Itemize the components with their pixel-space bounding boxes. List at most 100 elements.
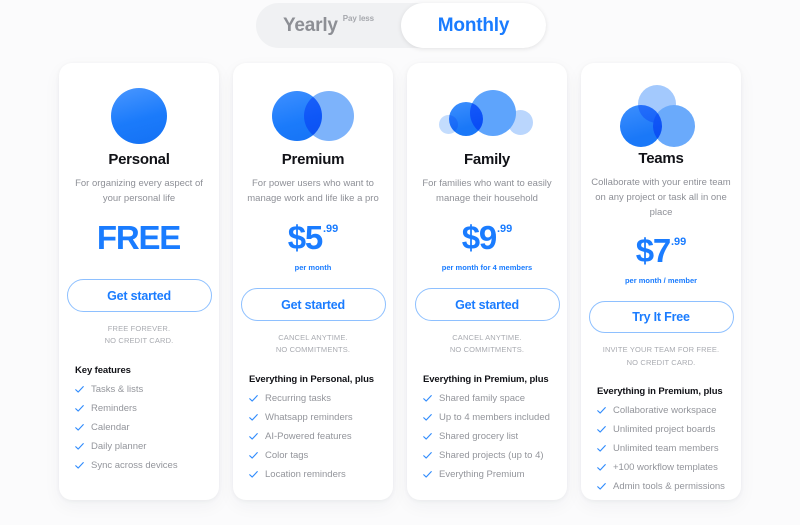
plan-fineprint: INVITE YOUR TEAM FOR FREE. NO CREDIT CARD… [602, 345, 720, 367]
feature-item: Unlimited project boards [597, 424, 727, 435]
toggle-option-monthly-label: Monthly [437, 14, 510, 36]
feature-label: Color tags [265, 449, 309, 461]
check-icon [75, 423, 84, 431]
feature-item: Shared family space [423, 393, 553, 404]
check-icon [249, 470, 258, 478]
pricing-card-premium: Premium For power users who want to mana… [233, 63, 393, 500]
check-icon [75, 404, 84, 412]
features-block: Everything in Premium, plus Shared famil… [421, 374, 553, 488]
feature-item: Whatsapp reminders [249, 412, 379, 423]
check-icon [597, 445, 606, 452]
check-icon [423, 413, 432, 421]
feature-label: Shared projects (up to 4) [439, 449, 544, 461]
two-circles-icon [263, 85, 363, 147]
feature-item: Admin tools & permissions [597, 481, 727, 492]
four-circles-icon [437, 85, 537, 147]
check-icon [75, 442, 84, 450]
features-heading: Everything in Premium, plus [423, 373, 549, 385]
get-started-button[interactable]: Get started [414, 288, 560, 321]
feature-label: Whatsapp reminders [265, 411, 353, 423]
pricing-card-personal: Personal For organizing every aspect of … [59, 63, 219, 500]
check-icon [249, 413, 258, 421]
price-amount: FREE [96, 219, 181, 256]
features-block: Everything in Premium, plus Collaborativ… [595, 386, 727, 500]
check-icon [423, 451, 432, 459]
feature-label: Admin tools & permissions [613, 481, 725, 492]
feature-item: Reminders [75, 403, 205, 414]
pricing-card-teams: Teams Collaborate with your entire team … [581, 63, 741, 500]
get-started-button[interactable]: Get started [240, 288, 386, 321]
get-started-button[interactable]: Get started [66, 279, 212, 312]
check-icon [249, 394, 258, 402]
plan-price: $5 .99 [288, 221, 339, 254]
price-cents: .99 [497, 223, 513, 235]
feature-label: Tasks & lists [91, 383, 144, 395]
features-block: Everything in Personal, plus Recurring t… [247, 374, 379, 488]
feature-label: Shared family space [439, 392, 526, 404]
feature-label: Unlimited team members [613, 443, 719, 454]
plan-description: For organizing every aspect of your pers… [75, 178, 203, 204]
feature-item: Location reminders [249, 469, 379, 480]
feature-label: Everything Premium [439, 468, 525, 480]
plan-name: Personal [108, 151, 170, 168]
pricing-card-family: Family For families who want to easily m… [407, 63, 567, 500]
feature-item: Sync across devices [75, 460, 205, 471]
toggle-option-yearly[interactable]: Yearly Pay less [256, 3, 401, 48]
plan-description: For families who want to easily manage t… [422, 178, 552, 204]
plan-name: Premium [281, 151, 345, 168]
feature-label: Up to 4 members included [439, 411, 550, 423]
feature-item: Unlimited team members [597, 443, 727, 454]
plan-price: FREE [97, 221, 181, 254]
plan-fineprint: CANCEL ANYTIME. NO COMMITMENTS. [449, 333, 525, 355]
three-circles-icon [611, 85, 711, 147]
feature-item: Collaborative workspace [597, 405, 727, 416]
feature-item: AI-Powered features [249, 431, 379, 442]
feature-item: Up to 4 members included [423, 412, 553, 423]
feature-label: Unlimited project boards [613, 424, 716, 435]
feature-label: Calendar [91, 421, 130, 433]
feature-label: Daily planner [91, 440, 147, 452]
feature-label: AI-Powered features [265, 430, 352, 442]
price-cents: .99 [323, 223, 339, 235]
features-heading: Everything in Personal, plus [249, 373, 374, 385]
toggle-option-monthly[interactable]: Monthly [401, 3, 546, 48]
plan-price: $9 .99 [462, 221, 513, 254]
plan-price: $7 .99 [636, 234, 687, 267]
billing-period-toggle[interactable]: Yearly Pay less Monthly [256, 3, 546, 48]
feature-item: +100 workflow templates [597, 462, 727, 473]
plan-fineprint: CANCEL ANYTIME. NO COMMITMENTS. [275, 333, 351, 355]
toggle-option-yearly-label: Yearly [282, 14, 338, 36]
feature-item: Shared projects (up to 4) [423, 450, 553, 461]
feature-label: Sync across devices [91, 459, 178, 471]
feature-item: Shared grocery list [423, 431, 553, 442]
check-icon [75, 385, 84, 393]
try-it-free-button[interactable]: Try It Free [588, 300, 734, 334]
features-heading: Key features [75, 364, 131, 376]
feature-item: Everything Premium [423, 469, 553, 480]
pricing-page: Yearly Pay less Monthly Personal For org… [0, 0, 800, 525]
feature-item: Daily planner [75, 441, 205, 452]
plan-name: Teams [638, 150, 684, 168]
feature-label: Collaborative workspace [613, 405, 717, 416]
price-cents: .99 [671, 235, 687, 248]
feature-item: Tasks & lists [75, 384, 205, 395]
price-amount: $9 [461, 219, 498, 256]
check-icon [423, 470, 432, 478]
check-icon [597, 407, 606, 414]
one-circle-icon [89, 85, 189, 147]
feature-item: Color tags [249, 450, 379, 461]
check-icon [597, 426, 606, 433]
check-icon [597, 464, 606, 471]
plan-description: For power users who want to manage work … [247, 178, 379, 204]
plan-name: Family [463, 151, 511, 168]
feature-label: Location reminders [265, 468, 346, 480]
feature-item: Recurring tasks [249, 393, 379, 404]
feature-item: Calendar [75, 422, 205, 433]
plan-fineprint: FREE FOREVER. NO CREDIT CARD. [104, 324, 174, 346]
feature-label: Reminders [91, 402, 137, 414]
check-icon [597, 483, 606, 490]
pricing-cards-row: Personal For organizing every aspect of … [0, 63, 800, 500]
feature-label: +100 workflow templates [613, 462, 718, 473]
price-amount: $5 [287, 219, 324, 256]
price-period: per month [294, 263, 332, 272]
